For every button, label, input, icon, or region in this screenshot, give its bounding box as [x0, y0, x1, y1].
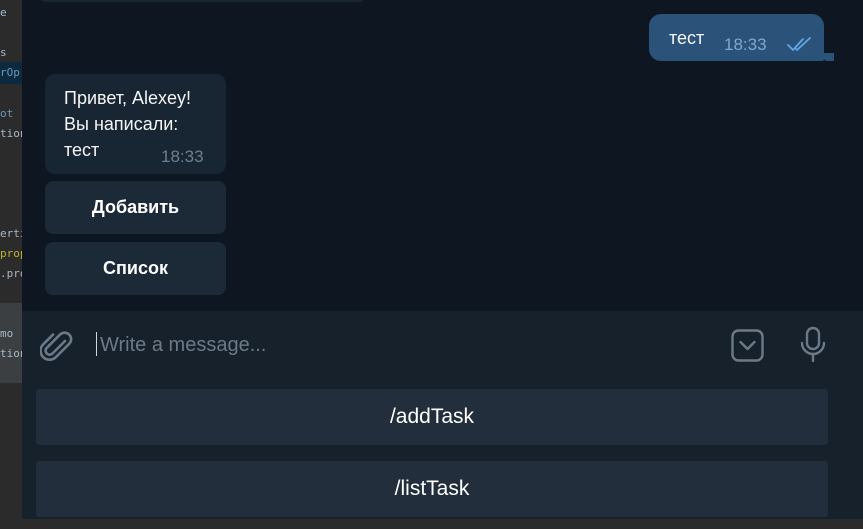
ide-text-line: ertie [0, 227, 22, 240]
ide-text-line: .pro [0, 267, 22, 280]
keyboard-button-listtask[interactable]: /listTask [36, 461, 828, 517]
inline-button-list[interactable]: Список [45, 242, 226, 295]
inline-button-add[interactable]: Добавить [45, 181, 226, 234]
text-cursor [96, 332, 97, 356]
background-window-edge [22, 519, 863, 529]
microphone-icon[interactable] [799, 326, 827, 364]
bot-keyboard-toggle-icon[interactable] [731, 329, 764, 362]
message-input[interactable] [100, 330, 700, 360]
incoming-message-line: Вы написали: [64, 114, 179, 134]
ide-text-line: e [0, 6, 7, 19]
incoming-message-time: 18:33 [161, 147, 204, 166]
incoming-message-line: тест [64, 140, 100, 160]
ide-text-line: ot [0, 107, 14, 120]
outgoing-message-time: 18:33 [724, 35, 767, 54]
ide-text-line: mo [0, 327, 14, 340]
ide-text-line: prop [0, 247, 22, 260]
ide-text-line: rOp [0, 66, 20, 79]
background-ide-window: e s rOp ot tion ertie prop .pro mo tion [0, 0, 22, 529]
double-check-icon [787, 37, 811, 51]
ide-text-line: s [0, 46, 7, 59]
outgoing-message-text: тест [669, 28, 705, 48]
incoming-message-line: Привет, Alexey! [64, 88, 192, 108]
ide-selection-highlight [0, 303, 22, 383]
ide-text-line: tion [0, 127, 22, 140]
previous-message-bubble [36, 0, 368, 2]
keyboard-button-addtask[interactable]: /addTask [36, 389, 828, 445]
ide-text-line: tion [0, 347, 22, 360]
paperclip-icon[interactable] [40, 329, 74, 365]
